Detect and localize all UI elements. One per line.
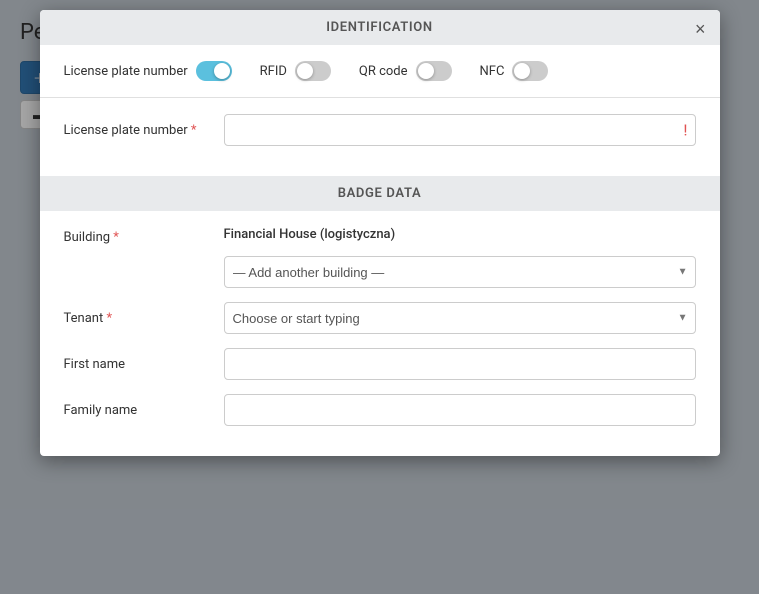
toggle-nfc[interactable]: NFC: [480, 61, 549, 81]
toggle-qr-code[interactable]: QR code: [359, 61, 452, 81]
tenant-select-wrapper: Choose or start typing ▼: [224, 302, 696, 334]
family-name-input[interactable]: [224, 394, 696, 426]
modal-backdrop: × IDENTIFICATION License plate number RF…: [0, 0, 759, 594]
tenant-label: Tenant *: [64, 311, 224, 326]
toggle-qr-code-label: QR code: [359, 64, 408, 79]
tenant-row: Tenant * Choose or start typing ▼: [64, 302, 696, 334]
tenant-select[interactable]: Choose or start typing: [224, 302, 696, 334]
building-required: *: [113, 230, 119, 245]
identification-header: IDENTIFICATION: [40, 10, 720, 45]
badge-data-header: BADGE DATA: [40, 176, 720, 211]
toggle-rfid-switch[interactable]: [295, 61, 331, 81]
modal-close-button[interactable]: ×: [695, 20, 706, 38]
badge-data-section: Building * Financial House (logistyczna)…: [40, 211, 720, 456]
modal: × IDENTIFICATION License plate number RF…: [40, 10, 720, 456]
building-select-wrapper: — Add another building — ▼: [224, 256, 696, 288]
first-name-input[interactable]: [224, 348, 696, 380]
toggle-qr-code-switch[interactable]: [416, 61, 452, 81]
first-name-label: First name: [64, 357, 224, 372]
building-select[interactable]: — Add another building —: [224, 256, 696, 288]
warning-icon: !: [683, 121, 687, 140]
license-plate-input-wrapper: !: [224, 114, 696, 146]
license-plate-row: License plate number * !: [64, 114, 696, 146]
toggle-nfc-switch[interactable]: [512, 61, 548, 81]
toggle-license-plate-label: License plate number: [64, 64, 188, 79]
license-plate-label: License plate number *: [64, 123, 224, 138]
tenant-required: *: [106, 311, 112, 326]
license-plate-section: License plate number * !: [40, 98, 720, 176]
toggle-nfc-label: NFC: [480, 64, 505, 79]
toggles-row: License plate number RFID QR code: [40, 45, 720, 98]
toggle-rfid[interactable]: RFID: [260, 61, 331, 81]
building-selected-info: Financial House (logistyczna): [224, 227, 696, 242]
toggle-rfid-label: RFID: [260, 64, 287, 79]
toggle-license-plate[interactable]: License plate number: [64, 61, 232, 81]
license-plate-required: *: [191, 123, 197, 138]
toggle-license-plate-switch[interactable]: [196, 61, 232, 81]
license-plate-input[interactable]: [224, 114, 696, 146]
family-name-row: Family name: [64, 394, 696, 426]
first-name-row: First name: [64, 348, 696, 380]
building-right-col: Financial House (logistyczna) — Add anot…: [224, 227, 696, 288]
building-row: Building * Financial House (logistyczna)…: [64, 227, 696, 288]
building-label: Building *: [64, 230, 119, 245]
family-name-label: Family name: [64, 403, 224, 418]
